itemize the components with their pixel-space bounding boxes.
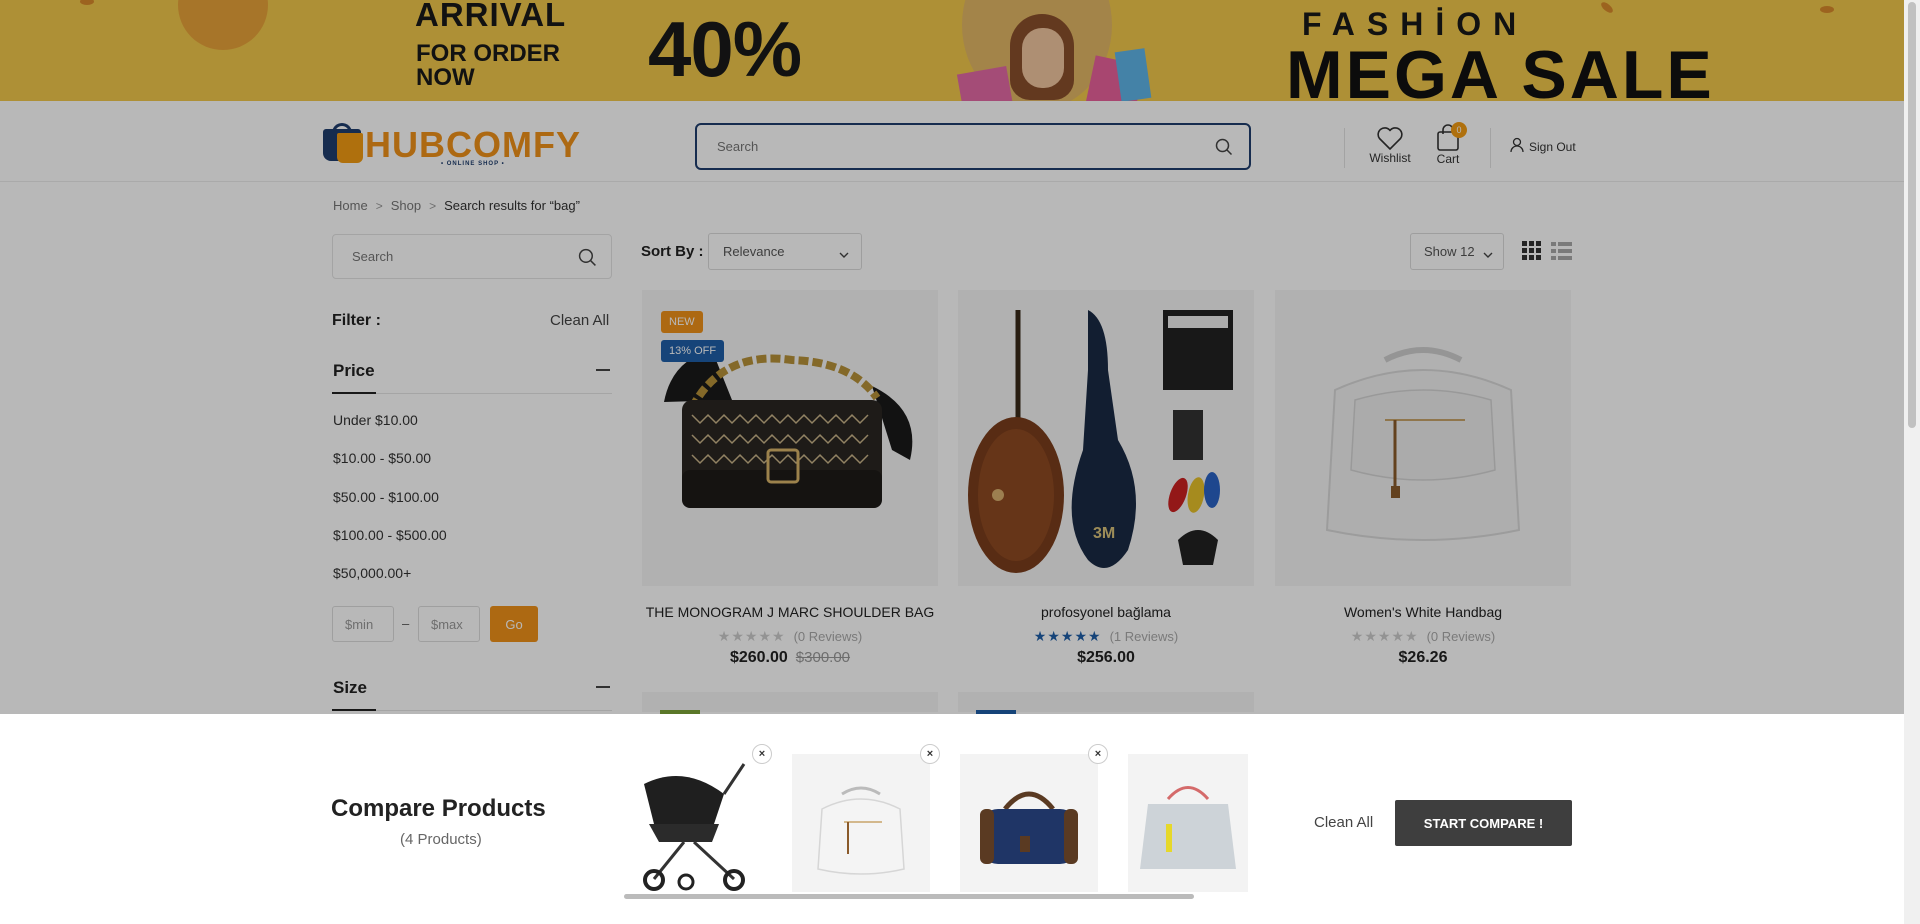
compare-item-grey-tote[interactable] xyxy=(1128,754,1248,892)
modal-backdrop[interactable] xyxy=(0,0,1904,714)
compare-item-white-handbag[interactable] xyxy=(792,754,930,892)
stroller-image xyxy=(624,754,762,892)
close-icon[interactable]: × xyxy=(920,744,940,764)
compare-item-stroller[interactable] xyxy=(624,754,762,892)
compare-item-navy-duffel[interactable] xyxy=(960,754,1098,892)
close-icon[interactable]: × xyxy=(1088,744,1108,764)
compare-scrollbar-thumb[interactable] xyxy=(624,894,1194,899)
close-icon[interactable]: × xyxy=(752,744,772,764)
compare-count: (4 Products) xyxy=(400,831,482,848)
compare-clean-all-link[interactable]: Clean All xyxy=(1314,814,1373,831)
grey-tote-bag-image xyxy=(1140,786,1236,869)
compare-title: Compare Products xyxy=(331,795,546,822)
page-scrollbar[interactable] xyxy=(1904,0,1920,924)
compare-products-panel: Compare Products (4 Products) × × × Clea… xyxy=(0,714,1904,924)
compare-scrollbar[interactable] xyxy=(624,894,1194,899)
white-handbag-image xyxy=(817,786,905,875)
page-scrollbar-thumb[interactable] xyxy=(1908,2,1916,428)
navy-duffel-bag-image xyxy=(980,791,1078,864)
start-compare-button[interactable]: START COMPARE ! xyxy=(1395,800,1572,846)
